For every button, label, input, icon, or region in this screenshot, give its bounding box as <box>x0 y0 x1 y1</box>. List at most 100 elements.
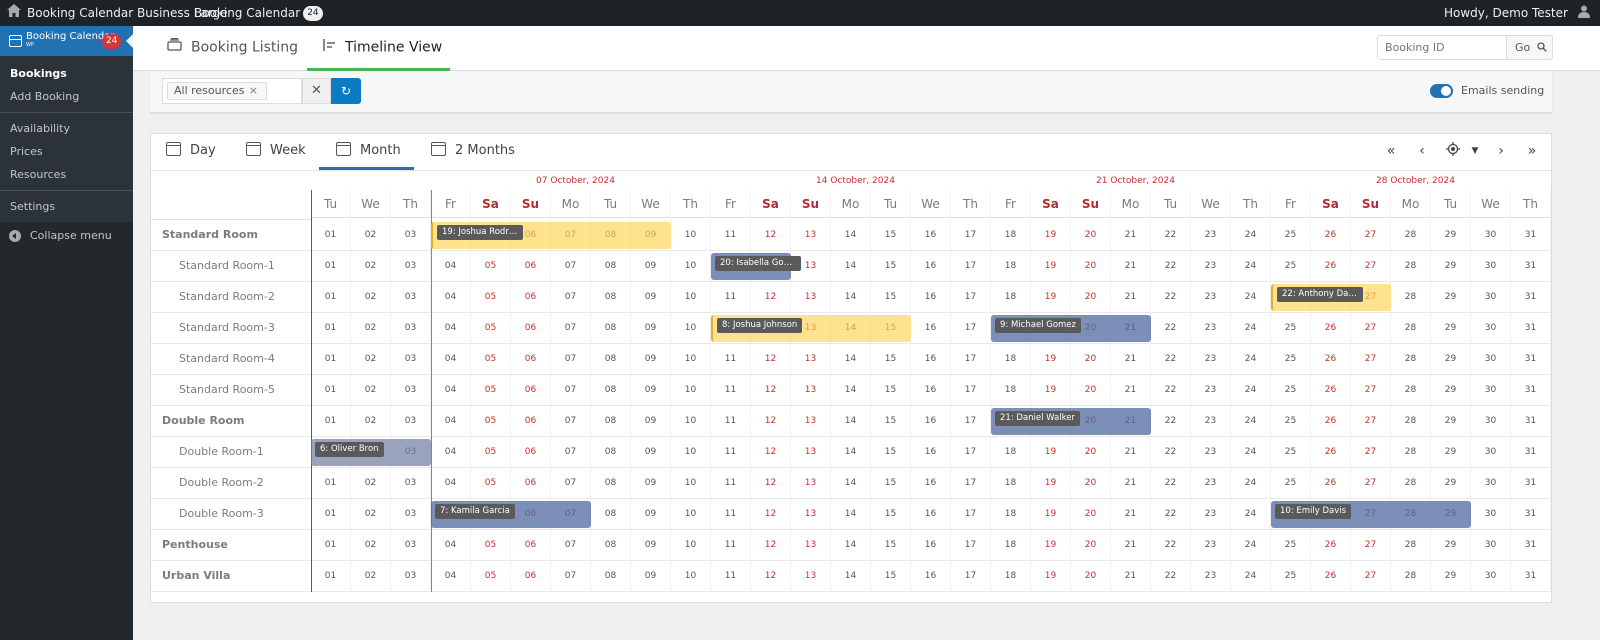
day-cell[interactable]: 11 <box>711 220 751 251</box>
first-period-button[interactable]: « <box>1382 142 1400 162</box>
day-cell[interactable]: 08 <box>591 530 631 561</box>
plugin-link[interactable]: Booking Calendar 24 <box>194 0 323 26</box>
day-cell[interactable]: 27 <box>1351 437 1391 468</box>
day-cell[interactable]: 06 <box>511 282 551 313</box>
day-cell[interactable]: 28 <box>1391 530 1431 561</box>
day-cell[interactable]: 28 <box>1391 313 1431 344</box>
day-cell[interactable]: 10 <box>671 313 711 344</box>
day-cell[interactable]: 18 <box>991 220 1031 251</box>
day-cell[interactable]: 27 <box>1351 344 1391 375</box>
day-cell[interactable]: 17 <box>951 468 991 499</box>
day-cell[interactable]: 09 <box>631 468 671 499</box>
day-cell[interactable]: 31 <box>1511 220 1551 251</box>
day-cell[interactable]: 13 <box>791 282 831 313</box>
day-cell[interactable]: 19 <box>1031 499 1071 530</box>
day-cell[interactable]: 06 <box>511 375 551 406</box>
day-cell[interactable]: 18 <box>991 499 1031 530</box>
day-cell[interactable]: 22 <box>1151 344 1191 375</box>
day-cell[interactable]: 10 <box>671 561 711 592</box>
day-cell[interactable]: 10 <box>671 499 711 530</box>
day-cell[interactable]: 03 <box>391 375 431 406</box>
day-cell[interactable]: 05 <box>471 561 511 592</box>
day-cell[interactable]: 27 <box>1351 530 1391 561</box>
day-cell[interactable]: 19 <box>1031 530 1071 561</box>
day-cell[interactable]: 14 <box>831 251 871 282</box>
day-cell[interactable]: 04 <box>431 437 471 468</box>
tab-week[interactable]: Week <box>246 134 306 170</box>
day-cell[interactable]: 30 <box>1471 220 1511 251</box>
previous-period-button[interactable]: ‹ <box>1413 142 1431 162</box>
resource-row-label[interactable]: Urban Villa <box>151 561 311 592</box>
day-cell[interactable]: 31 <box>1511 313 1551 344</box>
day-cell[interactable]: 17 <box>951 561 991 592</box>
day-cell[interactable]: 24 <box>1231 251 1271 282</box>
day-cell[interactable]: 12 <box>751 437 791 468</box>
day-cell[interactable]: 31 <box>1511 282 1551 313</box>
day-cell[interactable]: 10 <box>671 375 711 406</box>
tab-2-months[interactable]: 2 Months <box>431 134 515 170</box>
day-cell[interactable]: 19 <box>1031 344 1071 375</box>
day-cell[interactable]: 03 <box>391 313 431 344</box>
day-cell[interactable]: 08 <box>591 437 631 468</box>
day-cell[interactable]: 16 <box>911 282 951 313</box>
day-cell[interactable]: 27 <box>1351 406 1391 437</box>
day-cell[interactable]: 12 <box>751 375 791 406</box>
day-cell[interactable]: 17 <box>951 406 991 437</box>
day-cell[interactable]: 02 <box>351 468 391 499</box>
day-cell[interactable]: 13 <box>791 375 831 406</box>
day-cell[interactable]: 08 <box>591 561 631 592</box>
day-cell[interactable]: 09 <box>631 282 671 313</box>
day-cell[interactable]: 03 <box>391 251 431 282</box>
day-cell[interactable]: 21 <box>1111 561 1151 592</box>
day-cell[interactable]: 05 <box>471 251 511 282</box>
day-cell[interactable]: 22 <box>1151 468 1191 499</box>
day-cell[interactable]: 23 <box>1191 313 1231 344</box>
tab-day[interactable]: Day <box>166 134 216 170</box>
sidebar-plugin-menu[interactable]: Booking Calendar WP 24 <box>0 26 133 56</box>
day-cell[interactable]: 22 <box>1151 499 1191 530</box>
day-cell[interactable]: 16 <box>911 437 951 468</box>
day-cell[interactable]: 14 <box>831 344 871 375</box>
day-cell[interactable]: 03 <box>391 468 431 499</box>
day-cell[interactable]: 02 <box>351 561 391 592</box>
day-cell[interactable]: 01 <box>311 468 351 499</box>
day-cell[interactable]: 28 <box>1391 251 1431 282</box>
day-cell[interactable]: 06 <box>511 530 551 561</box>
day-cell[interactable]: 29 <box>1431 437 1471 468</box>
day-cell[interactable]: 03 <box>391 282 431 313</box>
day-cell[interactable]: 09 <box>631 530 671 561</box>
resource-row-label[interactable]: Standard Room-5 <box>151 375 311 406</box>
day-cell[interactable]: 04 <box>431 313 471 344</box>
day-cell[interactable]: 06 <box>511 344 551 375</box>
day-cell[interactable]: 08 <box>591 344 631 375</box>
day-cell[interactable]: 08 <box>591 499 631 530</box>
booking-bar[interactable]: 21: Daniel Walker <box>991 408 1151 435</box>
day-cell[interactable]: 24 <box>1231 220 1271 251</box>
day-cell[interactable]: 21 <box>1111 220 1151 251</box>
day-cell[interactable]: 11 <box>711 375 751 406</box>
day-cell[interactable]: 25 <box>1271 375 1311 406</box>
booking-bar[interactable]: 8: Joshua Johnson <box>711 315 911 342</box>
day-cell[interactable]: 20 <box>1071 437 1111 468</box>
resource-row-label[interactable]: Penthouse <box>151 530 311 561</box>
day-cell[interactable]: 18 <box>991 375 1031 406</box>
tab-timeline-view[interactable]: Timeline View <box>307 26 450 71</box>
sidebar-item-add-booking[interactable]: Add Booking <box>0 85 133 108</box>
day-cell[interactable]: 25 <box>1271 530 1311 561</box>
resource-row-label[interactable]: Standard Room <box>151 220 311 251</box>
day-cell[interactable]: 28 <box>1391 375 1431 406</box>
day-cell[interactable]: 14 <box>831 406 871 437</box>
day-cell[interactable]: 13 <box>791 406 831 437</box>
day-cell[interactable]: 03 <box>391 344 431 375</box>
day-cell[interactable]: 13 <box>791 344 831 375</box>
day-cell[interactable]: 11 <box>711 406 751 437</box>
day-cell[interactable]: 16 <box>911 468 951 499</box>
day-cell[interactable]: 19 <box>1031 561 1071 592</box>
day-cell[interactable]: 09 <box>631 499 671 530</box>
day-cell[interactable]: 06 <box>511 406 551 437</box>
day-cell[interactable]: 23 <box>1191 530 1231 561</box>
day-cell[interactable]: 27 <box>1351 375 1391 406</box>
day-cell[interactable]: 29 <box>1431 251 1471 282</box>
day-cell[interactable]: 06 <box>511 251 551 282</box>
sidebar-item-settings[interactable]: Settings <box>0 195 133 218</box>
